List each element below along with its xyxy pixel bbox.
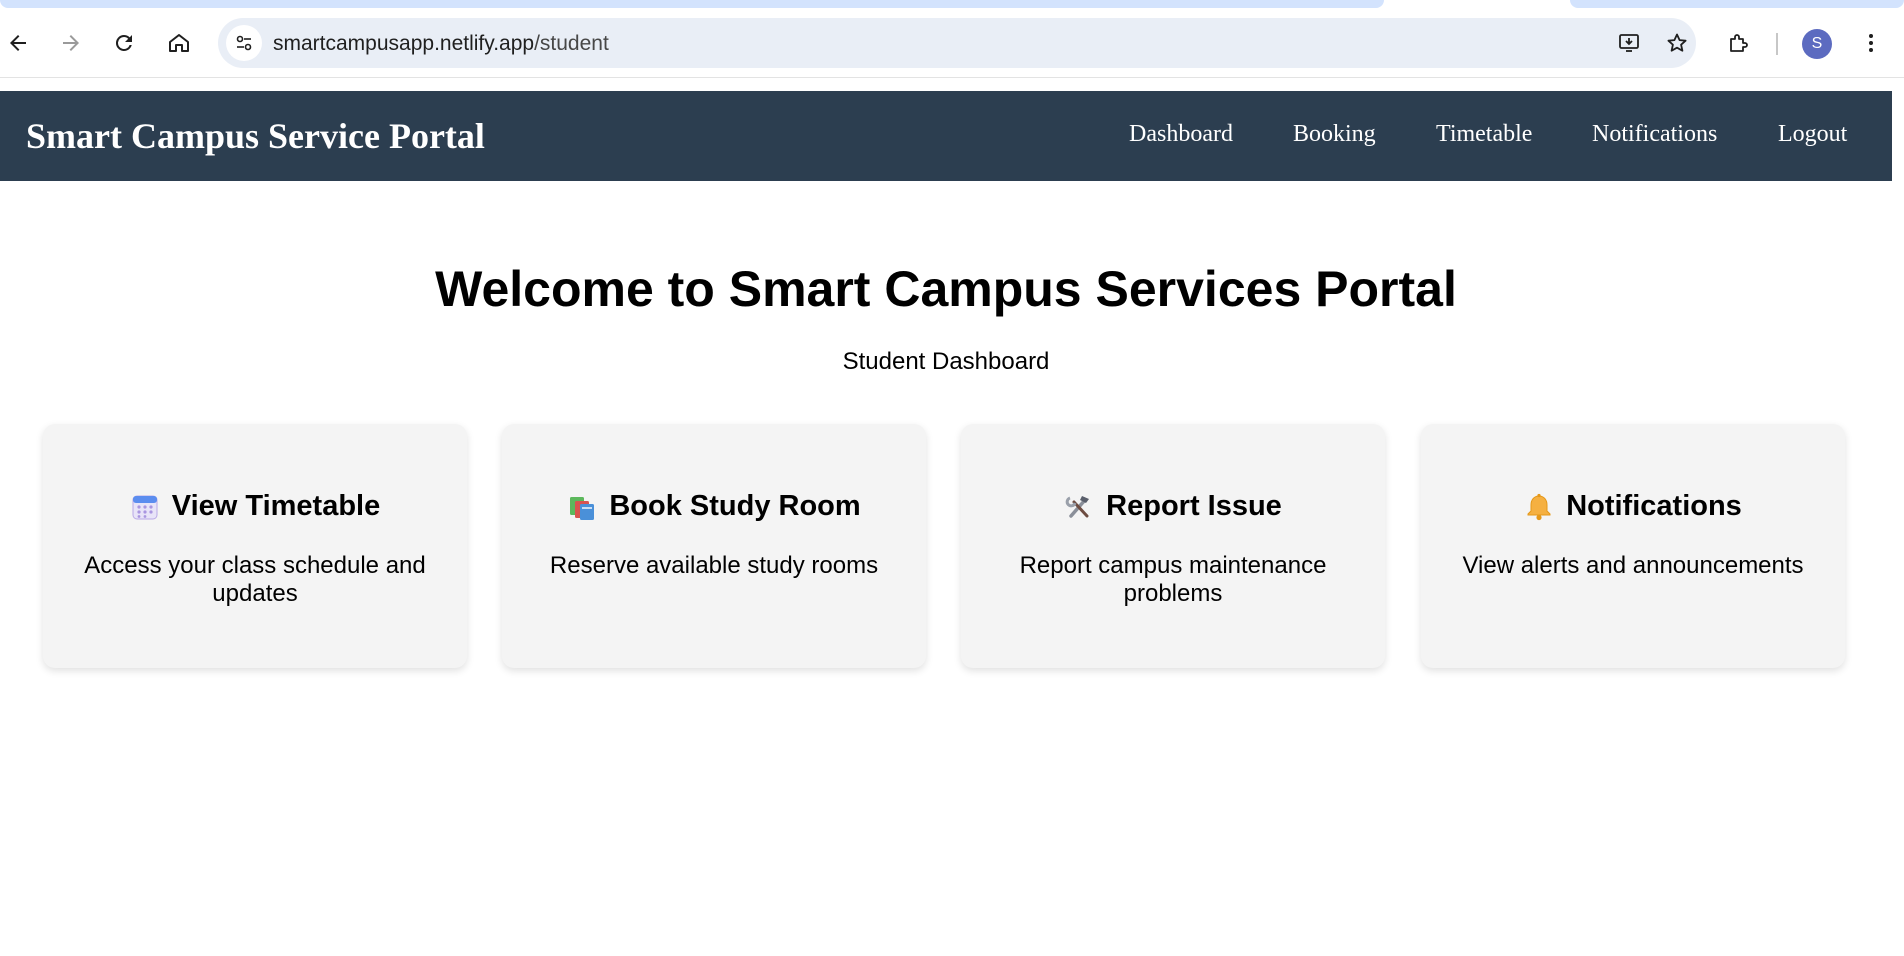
hammer-wrench-icon bbox=[1065, 495, 1090, 518]
card-description: View alerts and announcements bbox=[1462, 552, 1804, 579]
url-text[interactable]: smartcampusapp.netlify.app/student bbox=[273, 32, 609, 56]
install-app-icon bbox=[1619, 34, 1639, 52]
nav-link-timetable[interactable]: Timetable bbox=[1436, 121, 1532, 148]
reload-button[interactable] bbox=[106, 25, 142, 61]
page-title: Welcome to Smart Campus Services Portal bbox=[435, 261, 1457, 317]
card-title: Notifications bbox=[1566, 490, 1742, 522]
site-info-button[interactable] bbox=[226, 25, 262, 61]
nav-link-dashboard[interactable]: Dashboard bbox=[1129, 121, 1233, 148]
back-arrow-icon bbox=[10, 35, 26, 51]
back-button[interactable] bbox=[0, 25, 36, 61]
card-title-row: Notifications bbox=[1421, 490, 1845, 523]
bookmark-star-button[interactable] bbox=[1660, 26, 1694, 60]
extensions-button[interactable] bbox=[1721, 26, 1755, 60]
card-description: Reserve available study rooms bbox=[549, 552, 879, 579]
star-icon bbox=[1667, 33, 1687, 52]
toolbar-separator bbox=[1776, 33, 1778, 55]
card-title: Book Study Room bbox=[609, 490, 861, 522]
card-title-row: View Timetable bbox=[43, 490, 467, 523]
card-report-issue[interactable]: Report Issue Report campus maintenance p… bbox=[961, 424, 1385, 668]
forward-arrow-icon bbox=[63, 35, 79, 51]
url-path: /student bbox=[534, 32, 609, 55]
inactive-tab[interactable] bbox=[0, 0, 1384, 8]
brand-title: Smart Campus Service Portal bbox=[26, 116, 485, 156]
reload-icon bbox=[115, 34, 132, 51]
kebab-menu-icon bbox=[1869, 34, 1873, 52]
profile-avatar[interactable]: S bbox=[1802, 29, 1832, 59]
nav-link-booking[interactable]: Booking bbox=[1293, 121, 1376, 148]
card-book-study-room[interactable]: Book Study Room Reserve available study … bbox=[502, 424, 926, 668]
card-title: Report Issue bbox=[1106, 490, 1282, 522]
puzzle-piece-icon bbox=[1730, 34, 1748, 52]
nav-link-notifications[interactable]: Notifications bbox=[1592, 121, 1717, 148]
inactive-tab[interactable] bbox=[1570, 0, 1904, 8]
calendar-icon bbox=[132, 495, 158, 519]
forward-button[interactable] bbox=[53, 25, 89, 61]
card-title: View Timetable bbox=[171, 490, 381, 522]
card-description: Access your class schedule and updates bbox=[84, 552, 426, 607]
nav-link-logout[interactable]: Logout bbox=[1778, 121, 1847, 148]
browser-toolbar: smartcampusapp.netlify.app/student S bbox=[0, 8, 1904, 78]
address-bar[interactable]: smartcampusapp.netlify.app/student bbox=[218, 18, 1696, 68]
home-icon bbox=[169, 34, 189, 52]
card-title-row: Book Study Room bbox=[502, 490, 926, 523]
site-header: Smart Campus Service Portal Dashboard Bo… bbox=[0, 91, 1892, 181]
page-subtitle: Student Dashboard bbox=[842, 348, 1050, 375]
card-view-timetable[interactable]: View Timetable Access your class schedul… bbox=[43, 424, 467, 668]
install-app-button[interactable] bbox=[1612, 26, 1646, 60]
books-icon bbox=[570, 496, 595, 520]
bell-icon bbox=[1527, 493, 1551, 520]
card-description: Report campus maintenance problems bbox=[1019, 552, 1327, 607]
browser-menu-button[interactable] bbox=[1854, 26, 1888, 60]
url-host: smartcampusapp.netlify.app bbox=[273, 32, 535, 55]
home-button[interactable] bbox=[161, 25, 197, 61]
card-notifications[interactable]: Notifications View alerts and announceme… bbox=[1421, 424, 1845, 668]
card-title-row: Report Issue bbox=[961, 490, 1385, 523]
tune-icon bbox=[236, 35, 252, 51]
tab-strip bbox=[0, 0, 1904, 8]
